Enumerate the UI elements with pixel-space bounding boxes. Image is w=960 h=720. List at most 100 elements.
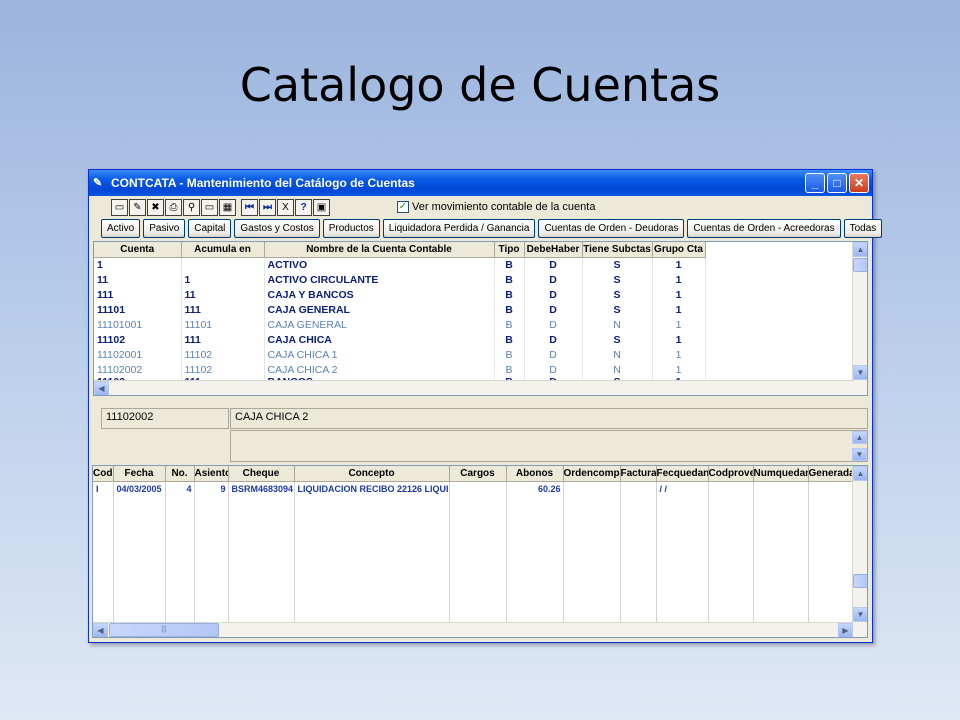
grid-icon[interactable]: ▦ (219, 199, 236, 216)
entries-hscroll-thumb[interactable]: ||| (109, 623, 219, 637)
accounts-column-header[interactable]: Acumula en (181, 242, 265, 258)
accounts-column-header[interactable]: Cuenta (94, 242, 182, 258)
help-icon[interactable]: ? (295, 199, 312, 216)
filter-button-2[interactable]: Capital (188, 219, 232, 238)
accounts-column-header[interactable]: Nombre de la Cuenta Contable (264, 242, 495, 258)
entries-vertical-scrollbar[interactable]: ▲ ▼ (852, 466, 867, 637)
accounts-cell-tipo: B (494, 332, 525, 347)
empty-cell (708, 496, 754, 630)
accounts-vertical-scrollbar[interactable]: ▲ ▼ (852, 242, 867, 395)
entries-column-header[interactable]: Ordencompr (563, 466, 621, 482)
memo-scroll-down-icon[interactable]: ▼ (852, 448, 867, 461)
filter-button-0[interactable]: Activo (101, 219, 141, 238)
memo-scroll-up-icon[interactable]: ▲ (852, 431, 867, 444)
entries-column-header[interactable]: Codprove (708, 466, 754, 482)
catalog-window: ✎ CONTCATA - Mantenimiento del Catálogo … (88, 169, 883, 643)
accounts-cell-tipo: B (494, 272, 525, 287)
entries-column-header[interactable]: Fecquedan (656, 466, 709, 482)
window-title: CONTCATA - Mantenimiento del Catálogo de… (111, 176, 415, 190)
memo-scrollbar[interactable]: ▲ ▼ (852, 431, 867, 461)
accounts-cell-cuenta: 1 (94, 257, 182, 272)
entries-horizontal-scrollbar[interactable]: ◀ ||| ▶ (93, 622, 853, 637)
accounts-horizontal-scrollbar[interactable]: ◀ (94, 380, 854, 395)
entries-column-header[interactable]: Cod (93, 466, 114, 482)
accounts-column-header[interactable]: Tipo (494, 242, 525, 258)
accounts-grid: Cuenta Acumula en Nombre de la Cuenta Cont… (93, 241, 868, 396)
empty-cell (563, 496, 621, 630)
table-row[interactable]: 11102001 11102 CAJA CHICA 1BDN1 (94, 347, 706, 362)
filter-button-1[interactable]: Pasivo (143, 219, 186, 238)
scroll-down-icon[interactable]: ▼ (853, 365, 867, 380)
filter-button-5[interactable]: Liquidadora Perdida / Ganancia (382, 219, 536, 238)
account-memo-field[interactable]: ▲ ▼ (230, 430, 868, 462)
table-row[interactable]: 11101001 11101 CAJA GENERAL B D N 1 (94, 317, 706, 332)
empty-cell (620, 496, 657, 630)
binoculars-icon[interactable]: ⚲ (183, 199, 200, 216)
minimize-button[interactable]: _ (805, 173, 825, 193)
new-document-icon[interactable]: ▭ (111, 199, 128, 216)
entries-column-header[interactable]: Cheque (228, 466, 295, 482)
delete-document-icon[interactable]: ✖ (147, 199, 164, 216)
entries-scroll-right-icon[interactable]: ▶ (838, 623, 853, 637)
empty-cell (753, 496, 809, 630)
accounts-cell-debehaber: D (524, 287, 583, 302)
entries-column-header[interactable]: Asiento (194, 466, 229, 482)
window-titlebar[interactable]: ✎ CONTCATA - Mantenimiento del Catálogo … (89, 170, 872, 196)
entries-column-header[interactable]: Fecha (113, 466, 166, 482)
scroll-thumb[interactable] (853, 258, 867, 272)
entries-cell-generada (808, 481, 854, 496)
table-row[interactable]: 11 1 ACTIVO CIRCULANTE B D S 1 (94, 272, 706, 287)
empty-cell (93, 496, 114, 630)
accounts-column-header[interactable]: Grupo Cta (652, 242, 706, 258)
first-record-icon[interactable]: ⏮ (241, 199, 258, 216)
filter-button-3[interactable]: Gastos y Costos (234, 219, 320, 238)
close-button[interactable]: ✕ (849, 173, 869, 193)
filter-button-4[interactable]: Productos (322, 219, 380, 238)
entries-cell-fecquedan: / / (656, 481, 709, 496)
entries-column-header[interactable]: Numquedan (753, 466, 809, 482)
filter-buttons: Activo Pasivo Capital Gastos y Costos Produc… (101, 219, 883, 238)
table-row[interactable]: I 04/03/2005 4 9 BSRM4683094 LIQUIDACION RECI… (93, 481, 854, 496)
last-record-icon[interactable]: ⏭ (259, 199, 276, 216)
scroll-up-icon[interactable]: ▲ (853, 242, 867, 257)
entries-column-header[interactable]: No. (165, 466, 195, 482)
entries-column-header[interactable]: Cargos (449, 466, 507, 482)
table-row[interactable]: 1 ACTIVO B D S 1 (94, 257, 706, 272)
excel-icon[interactable]: X (277, 199, 294, 216)
accounts-cell-tipo: B (494, 362, 525, 377)
table-row[interactable]: 11101 111 CAJA GENERAL B D S 1 (94, 302, 706, 317)
table-row[interactable]: 11102 111 CAJA CHICA B D S 1 (94, 332, 706, 347)
maximize-button[interactable]: □ (827, 173, 847, 193)
edit-document-icon[interactable]: ✎ (129, 199, 146, 216)
accounts-cell-acumula: 111 (181, 302, 265, 317)
movement-checkbox[interactable]: ✓ (397, 201, 409, 213)
entries-scroll-left-icon[interactable]: ◀ (93, 623, 108, 637)
accounts-cell-grupo: 1 (652, 302, 706, 317)
scroll-left-icon[interactable]: ◀ (94, 381, 109, 395)
accounts-column-header[interactable]: Tiene Subctas (582, 242, 653, 258)
entries-column-header[interactable]: Concepto (294, 466, 450, 482)
account-name-field[interactable]: CAJA CHICA 2 (230, 408, 868, 429)
accounts-cell-subctas: S (582, 302, 653, 317)
folder-icon[interactable]: ▣ (313, 199, 330, 216)
entries-column-header[interactable]: Factura (620, 466, 657, 482)
empty-cell (194, 496, 229, 630)
accounts-column-header[interactable]: DebeHaber (524, 242, 583, 258)
filter-button-6[interactable]: Cuentas de Orden - Deudoras (538, 219, 685, 238)
print-icon[interactable]: ⎙ (165, 199, 182, 216)
accounts-cell-debehaber: D (524, 257, 583, 272)
entries-column-header[interactable]: Abonos (506, 466, 564, 482)
movement-checkbox-wrap[interactable]: ✓ Ver movimiento contable de la cuenta (397, 201, 595, 213)
entries-scroll-up-icon[interactable]: ▲ (853, 466, 867, 481)
entries-scroll-thumb[interactable] (853, 574, 867, 588)
entries-column-header[interactable]: Generada (808, 466, 854, 482)
filter-button-8[interactable]: Todas (843, 219, 883, 238)
table-row[interactable]: 11102002 11102 CAJA CHICA 2BDN1 (94, 362, 706, 377)
account-code-field[interactable]: 11102002 (101, 408, 229, 429)
accounts-cell-debehaber: D (524, 332, 583, 347)
accounts-cell-debehaber: D (524, 317, 583, 332)
filter-button-7[interactable]: Cuentas de Orden - Acreedoras (687, 219, 841, 238)
table-row[interactable]: 111 11 CAJA Y BANCOS B D S 1 (94, 287, 706, 302)
disabled-icon[interactable]: ▭ (201, 199, 218, 216)
entries-scroll-down-icon[interactable]: ▼ (853, 607, 867, 622)
